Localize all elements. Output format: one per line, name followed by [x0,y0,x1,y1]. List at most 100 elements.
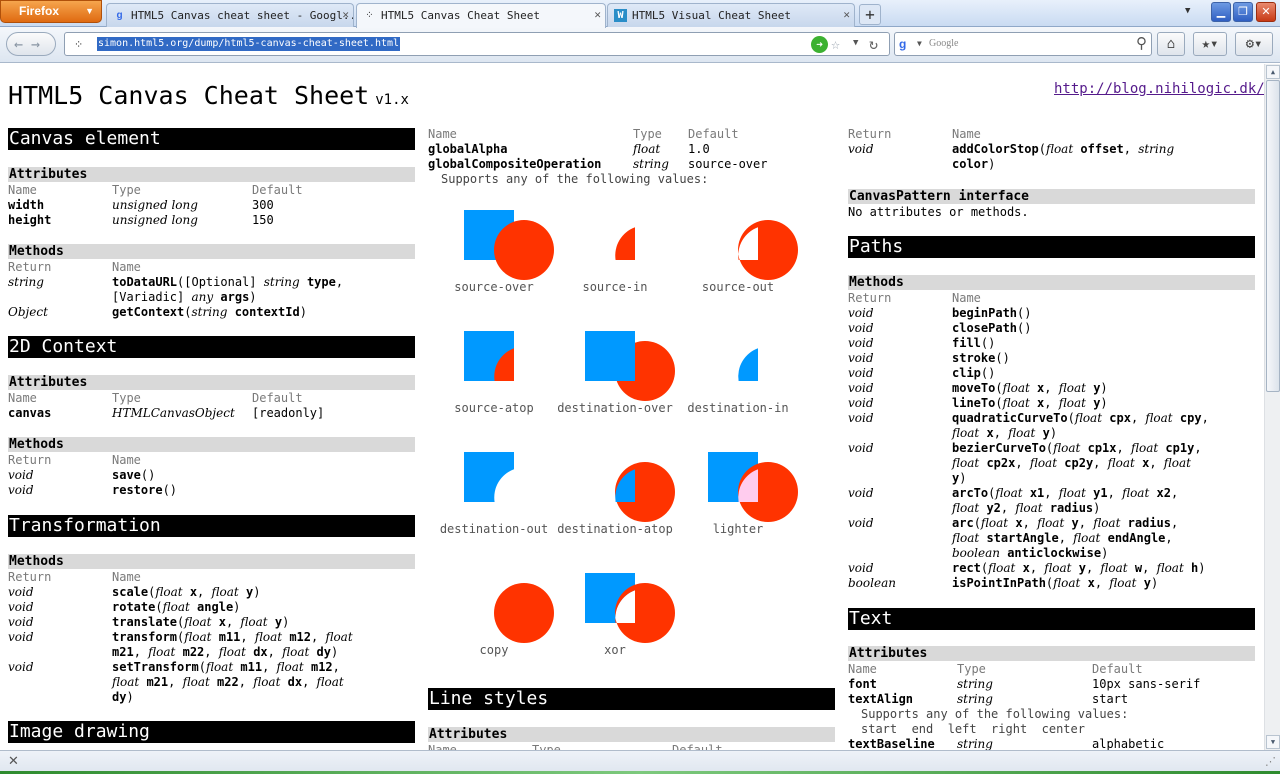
method-return: void [848,561,874,575]
subsection-canvaspattern: CanvasPattern interface [848,189,1255,204]
blog-link[interactable]: http://blog.nihilogic.dk/ [1054,81,1264,97]
reload-icon[interactable]: ↻ [869,35,878,53]
col-label-return: Return [8,260,52,274]
scrollbar-thumb[interactable] [1266,80,1280,392]
method-rotate: rotate(float angle) [112,600,241,614]
composite-graphic [738,348,758,381]
method-return: boolean [848,576,896,590]
close-tab-icon[interactable]: ✕ [342,8,349,21]
method-return: void [848,351,874,365]
composite-shape [585,331,635,381]
method-settransform-cont2: dy) [112,690,134,704]
maximize-button[interactable]: ❐ [1233,2,1253,22]
composite-shape [464,452,514,502]
attr-default: 10px sans-serif [1092,677,1201,691]
home-button[interactable]: ⌂ [1157,32,1185,56]
composite-graphic [585,331,675,401]
col-label-name: Name [848,662,877,676]
search-engine-chevron-icon[interactable]: ▼ [917,39,922,48]
firefox-menu-button[interactable]: Firefox ▼ [0,0,102,23]
resize-grip-icon[interactable]: ⋰ [1265,755,1276,768]
method-transform-cont: m21, float m22, float dx, float dy) [112,645,339,659]
search-placeholder: Google [929,38,959,49]
scroll-down-arrow-icon[interactable]: ▼ [1266,735,1280,749]
composite-caption: destination-atop [557,522,673,536]
address-bar[interactable]: ⁘ simon.html5.org/dump/html5-canvas-chea… [64,32,890,56]
method-clip: clip() [952,366,996,380]
dots-icon: ⁘ [365,10,374,21]
composite-graphic [708,452,798,522]
back-forward-buttons[interactable]: ←→ [6,32,56,56]
scroll-up-arrow-icon[interactable]: ▲ [1266,65,1280,79]
chevron-down-icon: ▼ [85,6,94,16]
forward-arrow-icon[interactable]: → [31,35,48,53]
attr-default: start [1092,692,1129,706]
method-todataurl: toDataURL([Optional] string type, [112,275,344,289]
method-fill: fill() [952,336,996,350]
history-dropdown-icon[interactable]: ▼ [853,38,858,48]
url-text[interactable]: simon.html5.org/dump/html5-canvas-cheat-… [97,37,401,51]
new-tab-button[interactable]: + [859,4,881,25]
align-values: start end left right center [861,722,1085,736]
method-lineto: lineTo(float x, float y) [952,396,1108,410]
attr-name: width [8,198,45,212]
method-return: void [8,600,34,614]
method-ispointinpath: isPointInPath(float x, float y) [952,576,1159,590]
tab-label: HTML5 Visual Cheat Sheet [632,9,791,22]
method-return: void [848,516,874,530]
close-window-button[interactable]: ✕ [1256,2,1276,22]
composite-caption: source-in [582,280,648,294]
minimize-button[interactable]: ▁ [1211,2,1231,22]
search-icon[interactable]: ⚲ [1136,34,1147,52]
tab-google[interactable]: g HTML5 Canvas cheat sheet - Googl... ✕ [106,3,354,27]
method-addcolorstop-cont: color) [952,157,996,171]
composite-demo-xor [585,573,685,673]
composite-demo-source-out [708,210,808,310]
vertical-scrollbar[interactable]: ▲ ▼ [1264,64,1280,750]
page-version: v1.x [375,92,409,108]
arg-name: args [220,290,250,304]
col-label-default: Default [688,127,739,141]
method-quadraticcurveto-cont: float x, float y) [952,426,1058,440]
subsection-attributes: Attributes [8,167,415,182]
composite-caption: destination-over [557,401,673,415]
method-return: void [848,366,874,380]
bookmarks-icon: ★▾ [1201,36,1219,52]
method-beziercurveto-cont: float cp2x, float cp2y, float x, float [952,456,1191,470]
tab-canvas-cheat-sheet[interactable]: ⁘ HTML5 Canvas Cheat Sheet ✕ [356,3,606,28]
method-return: string [8,275,44,289]
composite-caption: xor [604,643,626,657]
composite-demo-destination-atop [585,452,685,552]
page-viewport: HTML5 Canvas Cheat Sheet v1.x http://blog… [0,64,1264,750]
google-icon[interactable]: g [899,37,914,52]
composite-graphic [615,227,635,260]
w-icon: W [614,9,627,22]
page-title-text: HTML5 Canvas Cheat Sheet [8,81,370,110]
composite-demo-source-in [585,210,685,310]
bookmark-star-icon[interactable]: ☆ [831,35,840,53]
method-getcontext: getContext(string contextId) [112,305,307,320]
method-name: toDataURL [112,275,178,289]
firefox-button-label: Firefox [19,4,60,18]
close-icon[interactable]: ✕ [8,754,19,769]
section-canvas-element: Canvas element [8,128,415,150]
method-beziercurveto: bezierCurveTo(float cp1x, float cp1y, [952,441,1202,455]
section-paths: Paths [848,236,1255,258]
bookmarks-button[interactable]: ★▾ [1193,32,1227,56]
composite-graphic [464,331,514,381]
arg-name: type [306,275,336,289]
site-identity-icon[interactable]: ⁘ [74,38,83,51]
tab-list-chevron-icon[interactable]: ▼ [1185,6,1190,16]
tab-visual-cheat-sheet[interactable]: W HTML5 Visual Cheat Sheet ✕ [607,3,855,27]
section-image-drawing: Image drawing [8,721,415,743]
col-label-name: Name [428,743,457,750]
search-box[interactable]: g ▼ Google ⚲ [894,32,1152,56]
method-close: ) [299,305,307,319]
method-sig: () [162,483,178,497]
back-arrow-icon[interactable]: ← [14,35,31,53]
addon-button[interactable]: ⚙▾ [1235,32,1273,56]
close-tab-icon[interactable]: ✕ [594,8,601,21]
col-label-return: Return [8,453,52,467]
close-tab-icon[interactable]: ✕ [843,8,850,21]
go-arrow-icon[interactable]: ➜ [811,36,828,53]
